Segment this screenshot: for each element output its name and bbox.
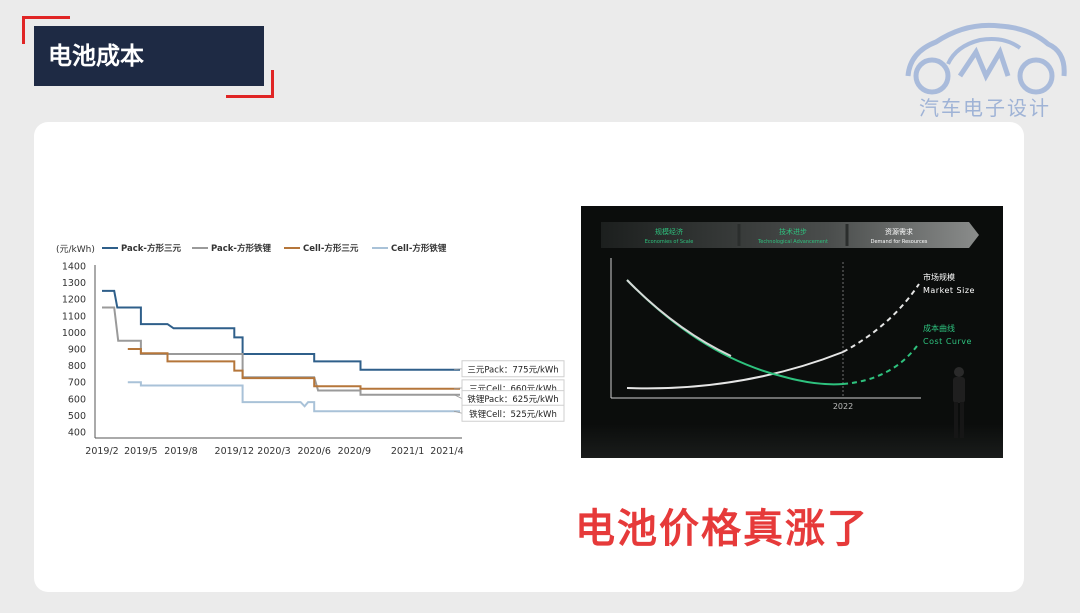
annotation-text: 三元Pack：775元/kWh xyxy=(467,365,558,375)
y-tick-labels: 400 500 600 700 800 900 1000 1100 1200 1300 1400 xyxy=(62,262,86,439)
legend-label: Pack-方形铁锂 xyxy=(211,243,271,254)
battery-cost-chart: Pack-方形三元 Pack-方形铁锂 Cell-方形三元 Cell-方形铁锂 (元/… xyxy=(56,243,565,457)
curve-1-cn: 市场规模 xyxy=(923,272,955,282)
y-unit-label: (元/kWh) xyxy=(56,245,95,255)
y-tick-label: 400 xyxy=(68,428,86,439)
phase-3-cn: 资源需求 xyxy=(885,227,913,236)
y-tick-label: 1100 xyxy=(62,311,86,322)
legend-label: Cell-方形三元 xyxy=(303,243,359,254)
corner-accent-top-left xyxy=(22,16,70,19)
annotation-text: 铁锂Cell：525元/kWh xyxy=(469,409,557,420)
x-tick-label: 2019/5 xyxy=(124,446,157,457)
cost-curve-slide: 规模经济 Economies of Scale 技术进步 Technologic… xyxy=(581,222,1003,458)
x-tick-label: 2021/1 xyxy=(391,446,424,457)
curve-1-en: Market Size xyxy=(923,286,975,295)
market-size-projection xyxy=(842,283,920,353)
x-tick-label: 2020/6 xyxy=(297,446,330,457)
value-annotations: 三元Pack：775元/kWh三元Cell：660元/kWh铁锂Pack：625… xyxy=(453,360,565,422)
corner-accent-bottom-right-vertical xyxy=(271,70,274,98)
x-tick-label: 2019/2 xyxy=(85,446,118,457)
cost-curve xyxy=(626,279,844,386)
y-tick-label: 900 xyxy=(68,345,86,356)
series-line xyxy=(127,381,460,413)
annotation-text: 铁锂Pack：625元/kWh xyxy=(467,394,558,405)
cost-curve-projection xyxy=(842,345,918,385)
y-tick-label: 1300 xyxy=(62,278,86,289)
phase-1-en: Economies of Scale xyxy=(645,239,694,245)
chart-legend: Pack-方形三元 Pack-方形铁锂 Cell-方形三元 Cell-方形铁锂 xyxy=(102,243,447,254)
y-tick-label: 600 xyxy=(68,394,86,405)
phase-2-en: Technological Advancement xyxy=(757,239,828,245)
x-tick-label: 2021/4 xyxy=(430,446,463,457)
y-tick-label: 700 xyxy=(68,378,86,389)
curve-2-en: Cost Curve xyxy=(923,337,972,346)
corner-accent-bottom-right xyxy=(226,95,274,98)
stage-floor xyxy=(581,424,1003,458)
corner-accent-top-left-vertical xyxy=(22,16,25,44)
year-label: 2022 xyxy=(833,402,853,411)
y-tick-label: 1400 xyxy=(62,262,86,273)
watermark-text: 汽车电子设计 xyxy=(919,96,1051,120)
watermark-logo: 汽车电子设计 xyxy=(896,18,1074,120)
y-tick-label: 800 xyxy=(68,361,86,372)
series-line xyxy=(102,289,460,371)
y-tick-label: 500 xyxy=(68,411,86,422)
x-tick-label: 2019/8 xyxy=(164,446,197,457)
y-tick-label: 1200 xyxy=(62,295,86,306)
series-line xyxy=(102,306,460,396)
x-tick-label: 2019/12 xyxy=(215,446,254,457)
phase-1-cn: 规模经济 xyxy=(655,227,683,236)
phase-2-cn: 技术进步 xyxy=(779,227,807,236)
x-tick-label: 2020/9 xyxy=(338,446,371,457)
legend-label: Pack-方形三元 xyxy=(121,243,181,254)
series-lines xyxy=(102,289,460,413)
x-tick-labels: 2019/2 2019/5 2019/8 2019/12 2020/3 2020/6 202… xyxy=(85,446,463,457)
curve-2-cn: 成本曲线 xyxy=(923,323,955,333)
page-title: 电池成本 xyxy=(34,26,264,86)
title-badge: 电池成本 xyxy=(22,16,274,98)
car-outline-icon xyxy=(905,22,1067,95)
phase-3-en: Demand for Resources xyxy=(871,239,928,245)
x-tick-label: 2020/3 xyxy=(257,446,290,457)
cost-curve-upper xyxy=(626,279,732,357)
caption-headline: 电池价格真涨了 xyxy=(575,506,869,552)
y-tick-label: 1000 xyxy=(62,328,86,339)
legend-label: Cell-方形铁锂 xyxy=(391,243,447,254)
stage-photo: 规模经济 Economies of Scale 技术进步 Technologic… xyxy=(581,206,1003,458)
